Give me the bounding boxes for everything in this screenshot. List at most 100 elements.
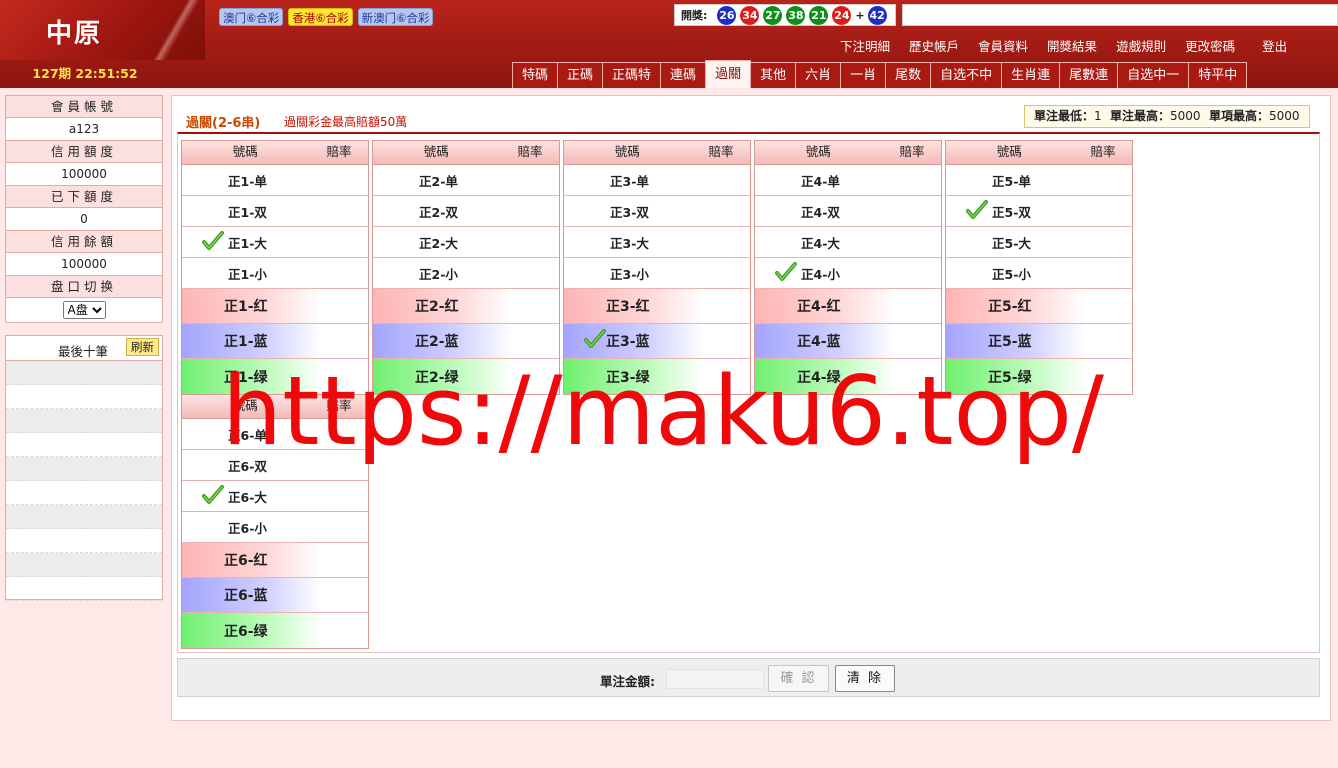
bet-color-option[interactable]: 正5-绿	[946, 359, 1132, 394]
bet-option[interactable]: 正4-双	[755, 196, 941, 227]
bet-color-option[interactable]: 正1-绿	[182, 359, 368, 394]
bet-color-label: 正1-红	[224, 299, 268, 315]
item-max-value: 5000	[1268, 109, 1300, 123]
bet-color-option[interactable]: 正3-蓝	[564, 324, 750, 359]
bet-option[interactable]: 正6-大	[182, 481, 368, 512]
switch-row: A盘	[6, 298, 162, 322]
bet-option[interactable]: 正1-大	[182, 227, 368, 258]
bet-option[interactable]: 正4-单	[755, 165, 941, 196]
top-link[interactable]: 更改密碼	[1185, 36, 1235, 55]
top-link[interactable]: 會員資料	[978, 36, 1028, 55]
bet-option[interactable]: 正6-单	[182, 419, 368, 450]
bet-option[interactable]: 正5-单	[946, 165, 1132, 196]
bet-option[interactable]: 正1-双	[182, 196, 368, 227]
bet-color-label: 正2-绿	[415, 369, 459, 386]
bet-color-label: 正2-蓝	[415, 334, 459, 350]
bet-option-label: 正3-小	[610, 266, 649, 282]
bet-option[interactable]: 正3-单	[564, 165, 750, 196]
bet-color-option[interactable]: 正6-红	[182, 543, 368, 578]
bet-color-option[interactable]: 正2-绿	[373, 359, 559, 394]
bet-color-option[interactable]: 正5-红	[946, 289, 1132, 324]
lottery-tab[interactable]: 澳门⑥合彩	[219, 8, 284, 26]
bet-option-label: 正2-小	[419, 266, 458, 282]
bet-option[interactable]: 正2-小	[373, 258, 559, 289]
bet-color-option[interactable]: 正2-蓝	[373, 324, 559, 359]
bet-group-column: 號碼 賠率 正5-单 正5-双 正5-大 正5-小 正5-红 正5-蓝 正5-绿	[945, 140, 1133, 395]
bet-color-option[interactable]: 正3-红	[564, 289, 750, 324]
list-item	[6, 577, 162, 601]
game-tab[interactable]: 連碼	[660, 62, 707, 88]
bet-option[interactable]: 正4-小	[755, 258, 941, 289]
list-item	[6, 457, 162, 481]
bet-color-option[interactable]: 正3-绿	[564, 359, 750, 394]
list-item	[6, 433, 162, 457]
bet-option-label: 正6-单	[228, 427, 267, 443]
bet-option[interactable]: 正2-单	[373, 165, 559, 196]
bet-option[interactable]: 正5-双	[946, 196, 1132, 227]
lottery-tab[interactable]: 香港⑥合彩	[288, 8, 353, 26]
bet-option[interactable]: 正1-单	[182, 165, 368, 196]
bet-option[interactable]: 正6-双	[182, 450, 368, 481]
game-tab[interactable]: 一肖	[840, 62, 887, 88]
bet-option[interactable]: 正2-大	[373, 227, 559, 258]
max-label: 單注最高：	[1110, 109, 1171, 123]
top-link[interactable]: 遊戲規則	[1116, 36, 1166, 55]
bet-option[interactable]: 正5-大	[946, 227, 1132, 258]
bet-color-option[interactable]: 正4-绿	[755, 359, 941, 394]
bet-color-label: 正3-蓝	[606, 334, 650, 350]
bet-option-label: 正3-单	[610, 173, 649, 189]
game-tab[interactable]: 正碼特	[602, 62, 662, 88]
bet-color-option[interactable]: 正4-红	[755, 289, 941, 324]
lottery-tab[interactable]: 新澳门⑥合彩	[357, 8, 434, 26]
amount-input[interactable]	[666, 669, 764, 689]
bet-option[interactable]: 正4-大	[755, 227, 941, 258]
top-link[interactable]: 開獎結果	[1047, 36, 1097, 55]
top-link[interactable]: 下注明細	[840, 36, 890, 55]
game-tab[interactable]: 尾數連	[1059, 62, 1119, 88]
bet-option[interactable]: 正3-双	[564, 196, 750, 227]
game-tab[interactable]: 六肖	[795, 62, 842, 88]
game-tab[interactable]: 生肖連	[1001, 62, 1061, 88]
odds-switch-select[interactable]: A盘	[62, 301, 106, 319]
checkmark-icon	[966, 200, 988, 220]
bet-option[interactable]: 正5-小	[946, 258, 1132, 289]
column-header: 號碼 賠率	[755, 141, 941, 165]
placed-label: 已下額度	[6, 186, 162, 208]
bet-color-option[interactable]: 正2-红	[373, 289, 559, 324]
confirm-button[interactable]: 確 認	[768, 665, 829, 692]
clear-button[interactable]: 清 除	[835, 665, 895, 692]
bet-group-column: 號碼 賠率 正1-单 正1-双 正1-大 正1-小 正1-红 正1-蓝 正1-绿	[181, 140, 369, 395]
bet-option[interactable]: 正1-小	[182, 258, 368, 289]
draw-ball: 26	[717, 5, 737, 25]
bet-option-label: 正6-大	[228, 489, 267, 505]
game-tab[interactable]: 正碼	[557, 62, 604, 88]
game-tab[interactable]: 特碼	[512, 62, 559, 88]
bet-color-label: 正6-红	[224, 553, 268, 569]
bet-color-option[interactable]: 正1-红	[182, 289, 368, 324]
game-tab[interactable]: 過關	[705, 60, 752, 88]
bet-group-column: 號碼 賠率 正2-单正2-双正2-大正2-小正2-红正2-蓝正2-绿	[372, 140, 560, 395]
bet-option[interactable]: 正3-大	[564, 227, 750, 258]
game-tab[interactable]: 自选中一	[1117, 62, 1190, 88]
bet-option[interactable]: 正2-双	[373, 196, 559, 227]
bet-color-option[interactable]: 正6-蓝	[182, 578, 368, 613]
bet-color-option[interactable]: 正5-蓝	[946, 324, 1132, 359]
header-odds: 賠率	[517, 144, 543, 159]
top-link[interactable]: 歷史帳戶	[909, 36, 959, 55]
game-tab[interactable]: 自选不中	[930, 62, 1003, 88]
logout-link[interactable]: 登出	[1262, 36, 1287, 55]
refresh-button[interactable]: 刷新	[126, 338, 159, 356]
bet-option-label: 正4-单	[801, 173, 840, 189]
bet-color-option[interactable]: 正4-蓝	[755, 324, 941, 359]
game-tab[interactable]: 尾数	[885, 62, 932, 88]
bet-color-option[interactable]: 正6-绿	[182, 613, 368, 648]
game-tab[interactable]: 特平中	[1188, 62, 1248, 88]
column-header: 號碼 賠率	[373, 141, 559, 165]
bet-option-label: 正2-双	[419, 204, 458, 220]
bet-color-option[interactable]: 正1-蓝	[182, 324, 368, 359]
period-clock: 127期 22:51:52	[32, 66, 138, 81]
game-tab[interactable]: 其他	[750, 62, 797, 88]
bet-option[interactable]: 正3-小	[564, 258, 750, 289]
site-logo: 中原	[46, 19, 103, 49]
bet-option[interactable]: 正6-小	[182, 512, 368, 543]
